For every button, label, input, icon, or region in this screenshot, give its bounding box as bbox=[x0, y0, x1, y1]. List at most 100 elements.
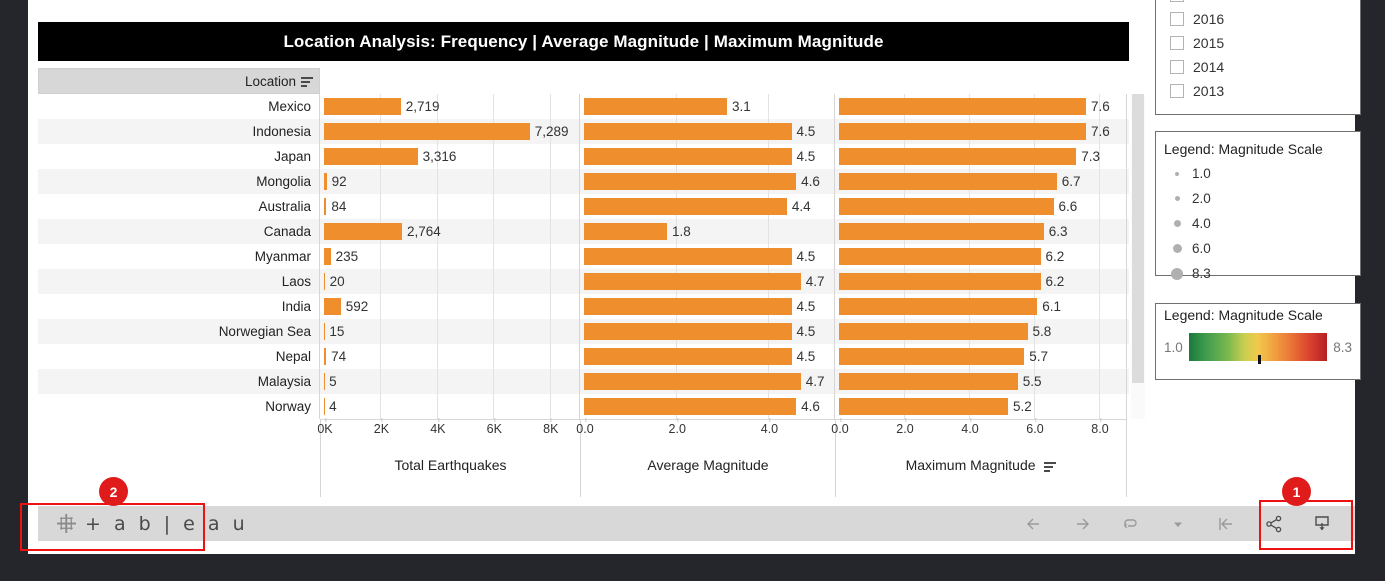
table-row[interactable]: India 592 4.5 6.1 bbox=[38, 294, 1129, 319]
bar-cell-average-magnitude[interactable]: 4.5 bbox=[580, 119, 835, 144]
year-filter-item-2014[interactable]: 2014 bbox=[1156, 55, 1360, 79]
bar[interactable] bbox=[839, 398, 1008, 415]
bar[interactable] bbox=[584, 323, 792, 340]
checkbox-2017[interactable] bbox=[1170, 0, 1184, 2]
size-legend-item[interactable]: 1.0 bbox=[1156, 161, 1360, 186]
bar[interactable] bbox=[584, 223, 667, 240]
table-row[interactable]: Australia 84 4.4 6.6 bbox=[38, 194, 1129, 219]
bar-cell-total-earthquakes[interactable]: 2,719 bbox=[320, 94, 580, 119]
bar[interactable] bbox=[839, 173, 1057, 190]
bar[interactable] bbox=[584, 248, 792, 265]
bar[interactable] bbox=[839, 373, 1018, 390]
year-filter-item-2016[interactable]: 2016 bbox=[1156, 7, 1360, 31]
bar[interactable] bbox=[839, 273, 1041, 290]
table-row[interactable]: Canada 2,764 1.8 6.3 bbox=[38, 219, 1129, 244]
bar[interactable] bbox=[584, 198, 787, 215]
table-row[interactable]: Myanmar 235 4.5 6.2 bbox=[38, 244, 1129, 269]
bar[interactable] bbox=[584, 273, 801, 290]
bar-cell-average-magnitude[interactable]: 4.6 bbox=[580, 394, 835, 419]
bar[interactable] bbox=[839, 223, 1044, 240]
table-row[interactable]: Malaysia 5 4.7 5.5 bbox=[38, 369, 1129, 394]
bar-cell-average-magnitude[interactable]: 4.5 bbox=[580, 319, 835, 344]
bar[interactable] bbox=[324, 198, 327, 215]
bar[interactable] bbox=[584, 298, 792, 315]
bar[interactable] bbox=[839, 123, 1086, 140]
bar-cell-total-earthquakes[interactable]: 2,764 bbox=[320, 219, 580, 244]
bar-cell-maximum-magnitude[interactable]: 5.8 bbox=[835, 319, 1127, 344]
bar[interactable] bbox=[584, 373, 801, 390]
bar[interactable] bbox=[324, 123, 530, 140]
table-row[interactable]: Japan 3,316 4.5 7.3 bbox=[38, 144, 1129, 169]
bar[interactable] bbox=[584, 398, 797, 415]
bar-cell-maximum-magnitude[interactable]: 7.6 bbox=[835, 119, 1127, 144]
year-filter-item-2017[interactable]: 2017 bbox=[1156, 0, 1360, 7]
size-legend-item[interactable]: 8.3 bbox=[1156, 261, 1360, 286]
table-row[interactable]: Mongolia 92 4.6 6.7 bbox=[38, 169, 1129, 194]
bar-cell-maximum-magnitude[interactable]: 6.2 bbox=[835, 244, 1127, 269]
bar-cell-maximum-magnitude[interactable]: 5.2 bbox=[835, 394, 1127, 419]
bar-cell-maximum-magnitude[interactable]: 6.6 bbox=[835, 194, 1127, 219]
bar-cell-average-magnitude[interactable]: 4.7 bbox=[580, 269, 835, 294]
bar[interactable] bbox=[324, 148, 418, 165]
bar-cell-total-earthquakes[interactable]: 5 bbox=[320, 369, 580, 394]
bar-cell-average-magnitude[interactable]: 4.5 bbox=[580, 294, 835, 319]
bar[interactable] bbox=[839, 348, 1025, 365]
size-legend-item[interactable]: 2.0 bbox=[1156, 186, 1360, 211]
bar[interactable] bbox=[584, 123, 792, 140]
bar[interactable] bbox=[324, 273, 325, 290]
bar-cell-maximum-magnitude[interactable]: 5.7 bbox=[835, 344, 1127, 369]
size-legend-item[interactable]: 6.0 bbox=[1156, 236, 1360, 261]
vertical-scrollbar[interactable] bbox=[1131, 94, 1145, 419]
bar[interactable] bbox=[584, 173, 797, 190]
bar[interactable] bbox=[839, 148, 1077, 165]
bar-cell-average-magnitude[interactable]: 1.8 bbox=[580, 219, 835, 244]
table-row[interactable]: Norway 4 4.6 5.2 bbox=[38, 394, 1129, 419]
bar-cell-average-magnitude[interactable]: 4.6 bbox=[580, 169, 835, 194]
bar-cell-average-magnitude[interactable]: 4.5 bbox=[580, 344, 835, 369]
bar[interactable] bbox=[324, 173, 327, 190]
checkbox-2013[interactable] bbox=[1170, 84, 1184, 98]
bar-cell-total-earthquakes[interactable]: 74 bbox=[320, 344, 580, 369]
bar-cell-total-earthquakes[interactable]: 15 bbox=[320, 319, 580, 344]
checkbox-2015[interactable] bbox=[1170, 36, 1184, 50]
bar-cell-maximum-magnitude[interactable]: 6.1 bbox=[835, 294, 1127, 319]
bar-cell-maximum-magnitude[interactable]: 7.3 bbox=[835, 144, 1127, 169]
checkbox-2014[interactable] bbox=[1170, 60, 1184, 74]
bar-cell-total-earthquakes[interactable]: 84 bbox=[320, 194, 580, 219]
bar-cell-total-earthquakes[interactable]: 4 bbox=[320, 394, 580, 419]
table-row[interactable]: Norwegian Sea 15 4.5 5.8 bbox=[38, 319, 1129, 344]
bar-cell-total-earthquakes[interactable]: 3,316 bbox=[320, 144, 580, 169]
bar-cell-average-magnitude[interactable]: 4.7 bbox=[580, 369, 835, 394]
bar[interactable] bbox=[584, 348, 792, 365]
bar-cell-total-earthquakes[interactable]: 92 bbox=[320, 169, 580, 194]
bar-cell-maximum-magnitude[interactable]: 7.6 bbox=[835, 94, 1127, 119]
table-row[interactable]: Mexico 2,719 3.1 7.6 bbox=[38, 94, 1129, 119]
size-legend-item[interactable]: 4.0 bbox=[1156, 211, 1360, 236]
sort-icon[interactable] bbox=[1044, 461, 1057, 473]
bar-cell-total-earthquakes[interactable]: 592 bbox=[320, 294, 580, 319]
sort-icon[interactable] bbox=[301, 76, 313, 88]
scrollbar-thumb[interactable] bbox=[1132, 94, 1144, 383]
year-filter-item-2015[interactable]: 2015 bbox=[1156, 31, 1360, 55]
back-arrow-icon[interactable] bbox=[1023, 513, 1045, 535]
bar-cell-total-earthquakes[interactable]: 235 bbox=[320, 244, 580, 269]
bar[interactable] bbox=[839, 298, 1038, 315]
color-gradient-bar[interactable] bbox=[1188, 333, 1328, 364]
bar[interactable] bbox=[324, 98, 401, 115]
bar[interactable] bbox=[324, 298, 341, 315]
bar[interactable] bbox=[584, 98, 727, 115]
bar-cell-total-earthquakes[interactable]: 20 bbox=[320, 269, 580, 294]
checkbox-2016[interactable] bbox=[1170, 12, 1184, 26]
bar[interactable] bbox=[324, 223, 402, 240]
bar-cell-average-magnitude[interactable]: 4.5 bbox=[580, 144, 835, 169]
bar-cell-maximum-magnitude[interactable]: 6.2 bbox=[835, 269, 1127, 294]
column-header-location[interactable]: Location bbox=[38, 68, 320, 94]
forward-arrow-icon[interactable] bbox=[1071, 513, 1093, 535]
bar[interactable] bbox=[839, 198, 1054, 215]
table-row[interactable]: Laos 20 4.7 6.2 bbox=[38, 269, 1129, 294]
bar-cell-maximum-magnitude[interactable]: 6.7 bbox=[835, 169, 1127, 194]
year-filter-item-2013[interactable]: 2013 bbox=[1156, 79, 1360, 103]
bar-cell-average-magnitude[interactable]: 4.4 bbox=[580, 194, 835, 219]
reset-icon[interactable] bbox=[1215, 513, 1237, 535]
table-row[interactable]: Nepal 74 4.5 5.7 bbox=[38, 344, 1129, 369]
